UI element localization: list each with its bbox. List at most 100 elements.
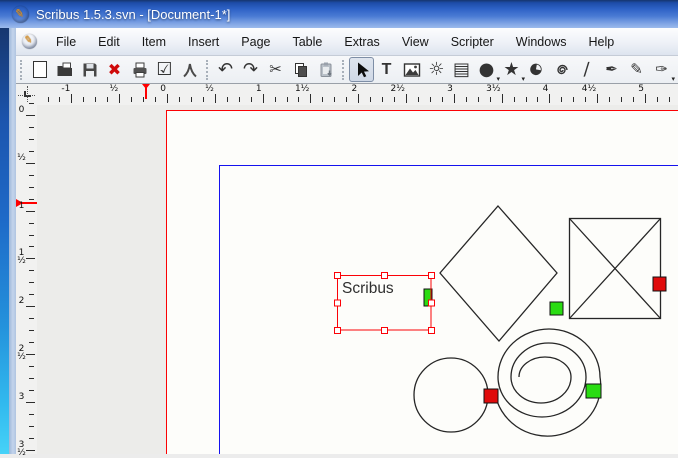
h-ruler-label: 5 (628, 84, 644, 94)
v-ruler-label: 2½ (17, 345, 26, 361)
preflight-verifier-button[interactable]: ☑ (152, 57, 177, 82)
insert-render-frame-button[interactable]: ☼ (424, 57, 449, 82)
ruler-tick (29, 270, 34, 271)
toolbar: ✖ ☑ ↶ ↷ ✂ T (16, 56, 678, 84)
menu-item-item[interactable]: Item (131, 31, 177, 53)
pencil-icon: ✎ (630, 62, 643, 77)
toolbar-separator (342, 60, 344, 80)
print-button[interactable] (127, 57, 152, 82)
ruler-tick (29, 318, 34, 319)
preflight-check-icon: ☑ (156, 61, 172, 79)
redo-icon: ↷ (243, 61, 258, 79)
export-pdf-button[interactable] (177, 57, 202, 82)
ruler-tick (29, 390, 34, 391)
open-document-button[interactable] (52, 57, 77, 82)
ruler-tick (334, 97, 335, 102)
ruler-tick (26, 450, 35, 451)
ruler-tick (131, 97, 132, 102)
menu-item-windows[interactable]: Windows (505, 31, 578, 53)
insert-image-frame-button[interactable] (399, 57, 424, 82)
ruler-tick (466, 97, 467, 102)
redo-button[interactable]: ↷ (238, 57, 263, 82)
ruler-origin-widget[interactable] (18, 86, 35, 102)
ruler-tick (215, 94, 216, 103)
document-page[interactable] (167, 111, 678, 455)
ruler-tick (490, 97, 491, 102)
menu-item-edit[interactable]: Edit (87, 31, 131, 53)
close-icon: ✖ (108, 62, 121, 78)
new-document-button[interactable] (27, 57, 52, 82)
horizontal-ruler[interactable]: -1½0½11½22½33½44½5 (16, 84, 678, 105)
menu-item-file[interactable]: File (45, 31, 87, 53)
h-ruler-label: 1 (246, 84, 262, 94)
undo-button[interactable]: ↶ (213, 57, 238, 82)
text-frame-icon: T (382, 62, 392, 78)
menu-item-extras[interactable]: Extras (333, 31, 390, 53)
ruler-tick (29, 187, 34, 188)
render-frame-icon: ☼ (428, 61, 444, 79)
cut-button[interactable]: ✂ (263, 57, 288, 82)
ruler-tick (478, 97, 479, 102)
v-ruler-label: 3 (17, 393, 26, 401)
ruler-tick (537, 97, 538, 102)
line-icon: ∕ (583, 61, 589, 79)
ruler-tick (29, 223, 34, 224)
rotate-item-button[interactable] (674, 57, 678, 82)
ruler-tick (645, 94, 646, 103)
red-rectangle[interactable] (484, 389, 498, 403)
insert-bezier-button[interactable]: ✒ (599, 57, 624, 82)
menu-item-scripter[interactable]: Scripter (440, 31, 505, 53)
ruler-tick (29, 127, 34, 128)
save-document-button[interactable] (77, 57, 102, 82)
ruler-tick (573, 97, 574, 102)
insert-polygon-button[interactable]: ★ ▾ (499, 57, 524, 82)
select-item-button[interactable] (349, 57, 374, 82)
insert-arc-button[interactable]: ◕ (524, 57, 549, 82)
calligraphic-brush-icon: ✑ (655, 62, 668, 77)
insert-shape-button[interactable]: ● ▾ (474, 57, 499, 82)
ruler-tick (83, 97, 84, 102)
ruler-tick (29, 175, 34, 176)
ruler-tick (549, 94, 550, 103)
ruler-tick (119, 94, 120, 103)
insert-spiral-button[interactable] (549, 57, 574, 82)
insert-text-frame-button[interactable]: T (374, 57, 399, 82)
ruler-tick (418, 97, 419, 102)
ruler-tick (167, 94, 168, 103)
menu-item-insert[interactable]: Insert (177, 31, 230, 53)
insert-calligraphic-button[interactable]: ✑ ▾ (649, 57, 674, 82)
red-rectangle[interactable] (653, 277, 666, 291)
v-ruler-label: 3½ (17, 441, 26, 457)
h-ruler-position-marker (145, 84, 147, 99)
copy-button[interactable] (288, 57, 313, 82)
ruler-tick (609, 97, 610, 102)
ruler-tick (346, 97, 347, 102)
menu-item-table[interactable]: Table (281, 31, 333, 53)
ruler-tick (29, 342, 34, 343)
text-frame-content[interactable]: Scribus (342, 280, 394, 297)
close-document-button[interactable]: ✖ (102, 57, 127, 82)
title-bar[interactable]: Scribus 1.5.3.svn - [Document-1*] (0, 0, 678, 28)
v-ruler-label: 0 (17, 106, 26, 114)
ruler-tick (430, 97, 431, 102)
insert-line-button[interactable]: ∕ (574, 57, 599, 82)
menu-item-help[interactable]: Help (577, 31, 625, 53)
document-window-icon[interactable] (22, 34, 37, 49)
ruler-tick (621, 97, 622, 102)
canvas-scratch-space[interactable]: Scribus (37, 105, 678, 454)
menu-item-view[interactable]: View (391, 31, 440, 53)
green-rectangle[interactable] (550, 302, 563, 315)
ruler-tick (155, 97, 156, 102)
paste-button[interactable] (313, 57, 338, 82)
green-rectangle[interactable] (586, 384, 601, 398)
insert-table-button[interactable]: ▤ (449, 57, 474, 82)
ruler-tick (227, 97, 228, 102)
ruler-tick (26, 402, 35, 403)
menu-item-page[interactable]: Page (230, 31, 281, 53)
ruler-tick (29, 330, 34, 331)
window-title: Scribus 1.5.3.svn - [Document-1*] (36, 7, 230, 22)
ruler-tick (26, 115, 35, 116)
vertical-ruler[interactable]: 0½11½22½33½ (16, 105, 37, 454)
ruler-tick (29, 235, 34, 236)
insert-freehand-button[interactable]: ✎ (624, 57, 649, 82)
